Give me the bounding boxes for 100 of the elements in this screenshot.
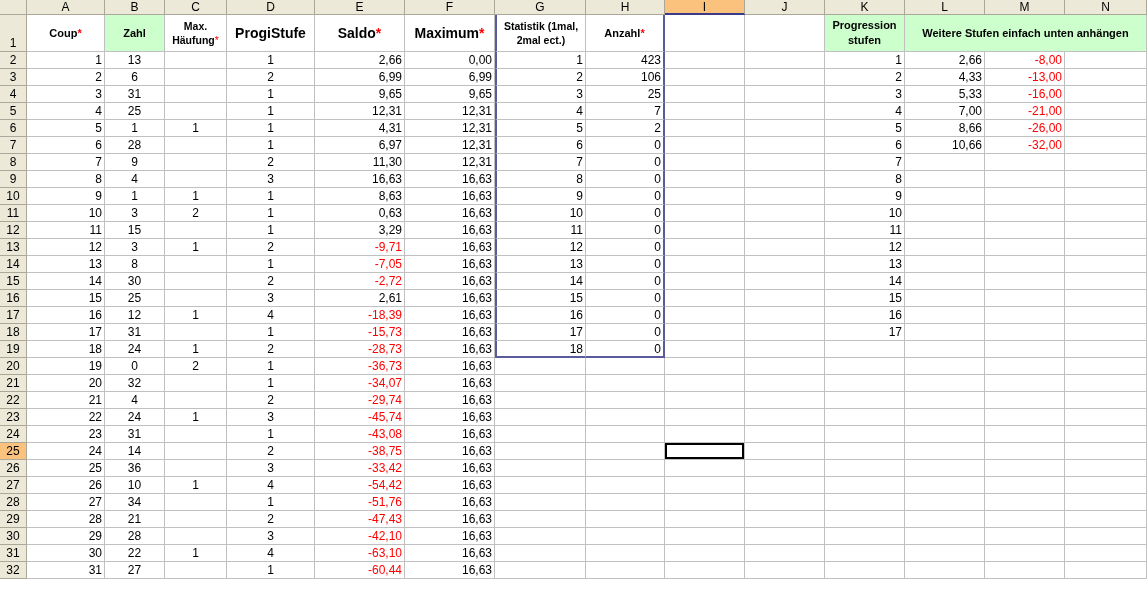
table-cell: 1 xyxy=(227,222,315,239)
table-cell: 1 xyxy=(227,120,315,137)
column-header[interactable]: E xyxy=(315,0,405,15)
table-cell: 1 xyxy=(227,86,315,103)
column-header[interactable]: I xyxy=(665,0,745,15)
row-header[interactable]: 19 xyxy=(0,341,27,358)
row-header[interactable]: 28 xyxy=(0,494,27,511)
row-header[interactable]: 21 xyxy=(0,375,27,392)
row-header[interactable]: 20 xyxy=(0,358,27,375)
column-header[interactable]: L xyxy=(905,0,985,15)
table-cell: 10 xyxy=(495,205,586,222)
table-cell: -43,08 xyxy=(315,426,405,443)
table-cell: 28 xyxy=(105,528,165,545)
table-cell: 10 xyxy=(105,477,165,494)
row-header[interactable]: 4 xyxy=(0,86,27,103)
table-cell: 2,66 xyxy=(905,52,985,69)
table-cell: 12 xyxy=(825,239,905,256)
row-header[interactable]: 3 xyxy=(0,69,27,86)
table-cell: 16,63 xyxy=(405,256,495,273)
table-cell: 22 xyxy=(105,545,165,562)
table-cell: 16,63 xyxy=(405,239,495,256)
table-cell: 12,31 xyxy=(315,103,405,120)
column-header[interactable]: H xyxy=(586,0,665,15)
table-cell: 16,63 xyxy=(405,358,495,375)
table-cell: 17 xyxy=(825,324,905,341)
row-header[interactable]: 13 xyxy=(0,239,27,256)
row-header[interactable]: 30 xyxy=(0,528,27,545)
row-header[interactable]: 27 xyxy=(0,477,27,494)
row-header[interactable]: 17 xyxy=(0,307,27,324)
table-cell: 7,00 xyxy=(905,103,985,120)
table-cell: 16,63 xyxy=(405,273,495,290)
row-header[interactable]: 32 xyxy=(0,562,27,579)
row-header[interactable]: 16 xyxy=(0,290,27,307)
column-header[interactable]: M xyxy=(985,0,1065,15)
row-header[interactable]: 24 xyxy=(0,426,27,443)
row-header[interactable]: 18 xyxy=(0,324,27,341)
row-header[interactable]: 12 xyxy=(0,222,27,239)
table-cell: 16,63 xyxy=(405,511,495,528)
active-cell[interactable] xyxy=(665,443,745,460)
table-cell: 1 xyxy=(227,375,315,392)
table-cell: -8,00 xyxy=(985,52,1065,69)
column-header[interactable]: G xyxy=(495,0,586,15)
table-cell: 16,63 xyxy=(405,545,495,562)
row-header[interactable]: 1 xyxy=(0,15,27,52)
table-cell: 31 xyxy=(105,426,165,443)
table-cell: 26 xyxy=(27,477,105,494)
table-cell xyxy=(165,69,227,86)
table-cell xyxy=(165,103,227,120)
table-cell: 15 xyxy=(105,222,165,239)
table-cell xyxy=(165,171,227,188)
column-header[interactable]: N xyxy=(1065,0,1147,15)
table-cell: 12 xyxy=(105,307,165,324)
header-cell: Saldo* xyxy=(315,15,405,52)
table-cell: 12,31 xyxy=(405,154,495,171)
row-header[interactable]: 25 xyxy=(0,443,27,460)
row-header[interactable]: 31 xyxy=(0,545,27,562)
header-cell: Weitere Stufen einfach unten anhängen xyxy=(905,15,1147,52)
table-cell: 2 xyxy=(586,120,665,137)
column-header[interactable]: C xyxy=(165,0,227,15)
table-cell: 14 xyxy=(825,273,905,290)
row-header[interactable]: 11 xyxy=(0,205,27,222)
row-header[interactable]: 8 xyxy=(0,154,27,171)
table-cell: 15 xyxy=(825,290,905,307)
row-header[interactable]: 22 xyxy=(0,392,27,409)
table-cell: 25 xyxy=(105,103,165,120)
column-header[interactable]: J xyxy=(745,0,825,15)
row-header[interactable]: 23 xyxy=(0,409,27,426)
row-header[interactable]: 14 xyxy=(0,256,27,273)
row-header[interactable]: 6 xyxy=(0,120,27,137)
table-cell xyxy=(165,562,227,579)
row-header[interactable]: 9 xyxy=(0,171,27,188)
row-header[interactable]: 10 xyxy=(0,188,27,205)
table-cell: 16,63 xyxy=(405,409,495,426)
table-cell: 14 xyxy=(105,443,165,460)
column-header[interactable]: F xyxy=(405,0,495,15)
row-header[interactable]: 26 xyxy=(0,460,27,477)
row-header[interactable]: 2 xyxy=(0,52,27,69)
table-cell: 2 xyxy=(227,239,315,256)
table-cell: 0 xyxy=(586,290,665,307)
table-cell xyxy=(165,494,227,511)
column-header[interactable]: B xyxy=(105,0,165,15)
row-header[interactable]: 5 xyxy=(0,103,27,120)
row-header[interactable]: 29 xyxy=(0,511,27,528)
header-cell: Statistik (1mal, 2mal ect.) xyxy=(495,15,586,52)
row-header[interactable]: 7 xyxy=(0,137,27,154)
table-cell xyxy=(165,528,227,545)
table-cell: 9 xyxy=(825,188,905,205)
row-header[interactable]: 15 xyxy=(0,273,27,290)
table-cell: 36 xyxy=(105,460,165,477)
table-cell: 6 xyxy=(825,137,905,154)
table-cell: 7 xyxy=(586,103,665,120)
column-header[interactable]: D xyxy=(227,0,315,15)
table-cell: 16,63 xyxy=(405,426,495,443)
table-cell: -2,72 xyxy=(315,273,405,290)
table-cell: -51,76 xyxy=(315,494,405,511)
table-cell: 1 xyxy=(27,52,105,69)
column-header[interactable]: K xyxy=(825,0,905,15)
column-header[interactable]: A xyxy=(27,0,105,15)
table-cell: 21 xyxy=(27,392,105,409)
table-cell: 1 xyxy=(165,409,227,426)
